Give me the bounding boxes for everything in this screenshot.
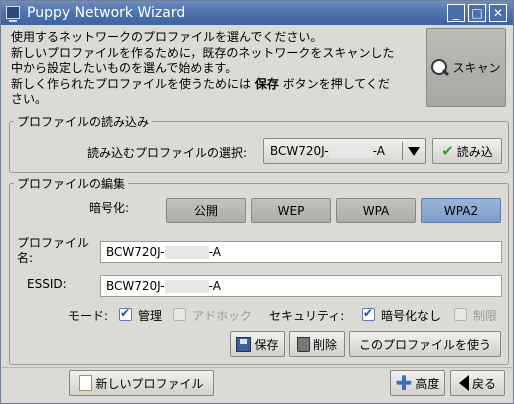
- delete-button[interactable]: 削除: [289, 331, 345, 357]
- intro-line: 新しいプロファイルを作るために，既存のネットワークをスキャンした: [11, 45, 395, 60]
- close-button[interactable]: ✕: [489, 4, 507, 22]
- advanced-button[interactable]: ✚ 高度: [390, 370, 445, 396]
- mode-managed-checkbox[interactable]: [119, 306, 132, 321]
- profile-select-suffix: -A: [372, 144, 385, 158]
- trash-icon: [296, 336, 310, 352]
- intro-line: 新しく作られたプロファイルを使うためには 保存 ボタンを押してくだ: [11, 77, 421, 93]
- new-profile-button[interactable]: 新しいプロファイル: [69, 370, 214, 396]
- profile-name-input[interactable]: BCW720J- -A: [100, 241, 502, 263]
- essid-input[interactable]: BCW720J- -A: [100, 275, 502, 297]
- network-wizard-window: Puppy Network Wizard _ □ ✕ 使用するネットワークのプロ…: [0, 0, 514, 404]
- redacted-block: [164, 280, 209, 293]
- new-document-icon: [79, 375, 93, 391]
- save-button[interactable]: 保存: [230, 331, 285, 357]
- intro-line: 使用するネットワークのプロファイルを選んでください。: [11, 30, 323, 44]
- monitor-icon: [6, 6, 20, 22]
- scan-button-label: スキャン: [452, 61, 501, 75]
- back-button-label: 戻る: [471, 376, 496, 391]
- encryption-wep-button[interactable]: WEP: [251, 198, 331, 223]
- minimize-button[interactable]: _: [447, 4, 465, 22]
- load-section-legend: プロファイルの読み込み: [17, 115, 150, 129]
- combo-separator: [402, 142, 403, 160]
- delete-button-label: 削除: [312, 337, 337, 352]
- restricted-label: 制限: [473, 309, 498, 323]
- dropdown-arrow-icon: [408, 147, 420, 156]
- intro-text-part: ボタンを押してくだ: [278, 76, 390, 91]
- mode-label: モード:: [68, 309, 109, 323]
- maximize-button[interactable]: □: [468, 4, 486, 22]
- scan-button[interactable]: スキャン: [426, 28, 506, 107]
- redacted-block: [328, 145, 373, 158]
- security-label: セキュリティ:: [269, 309, 345, 323]
- essid-suffix: -A: [208, 279, 221, 293]
- encryption-wpa-button[interactable]: WPA: [336, 198, 416, 223]
- new-profile-button-label: 新しいプロファイル: [95, 376, 204, 391]
- profile-name-prefix: BCW720J-: [106, 245, 165, 259]
- intro-line: さい。: [11, 92, 48, 106]
- edit-section-legend: プロファイルの編集: [17, 177, 126, 191]
- profile-select-value: BCW720J- -A: [270, 144, 385, 158]
- load-button-label: 読み込: [456, 144, 493, 159]
- back-arrow-icon: [458, 375, 469, 391]
- essid-prefix: BCW720J-: [106, 279, 165, 293]
- back-button[interactable]: 戻る: [450, 370, 505, 396]
- intro-save-emphasis: 保存: [254, 76, 279, 91]
- floppy-disk-icon: [236, 336, 252, 352]
- intro-text: 使用するネットワークのプロファイルを選んでください。 新しいプロファイルを作るた…: [11, 30, 421, 108]
- mode-adhoc-checkbox[interactable]: [173, 308, 186, 321]
- magnifier-icon: [431, 58, 449, 77]
- advanced-button-label: 高度: [415, 376, 440, 391]
- intro-text-part: 新しく作られたプロファイルを使うためには: [11, 76, 255, 91]
- no-encryption-checkbox[interactable]: [362, 306, 375, 321]
- redacted-block: [164, 246, 209, 259]
- essid-label: ESSID:: [27, 277, 67, 291]
- load-button[interactable]: ✔ 読み込: [432, 138, 502, 164]
- restricted-checkbox[interactable]: [454, 308, 467, 321]
- mode-adhoc-label: アドホック: [192, 309, 253, 323]
- select-profile-label: 読み込むプロファイルの選択:: [87, 146, 248, 160]
- title-bar[interactable]: Puppy Network Wizard _ □ ✕: [1, 1, 513, 25]
- encryption-open-button[interactable]: 公開: [166, 198, 246, 223]
- use-profile-button[interactable]: このプロファイルを使う: [349, 331, 501, 357]
- footer-divider: [2, 367, 512, 368]
- checkmark-icon: ✔: [441, 142, 454, 160]
- mode-managed-label: 管理: [138, 309, 163, 323]
- plus-icon: ✚: [395, 371, 413, 395]
- no-encryption-label: 暗号化なし: [381, 309, 442, 323]
- save-button-label: 保存: [254, 337, 279, 352]
- profile-select-prefix: BCW720J-: [270, 144, 329, 158]
- encryption-wpa2-button[interactable]: WPA2: [421, 198, 501, 223]
- profile-name-label-2: 名:: [17, 251, 34, 265]
- profile-name-suffix: -A: [208, 245, 221, 259]
- profile-select[interactable]: BCW720J- -A: [263, 138, 426, 164]
- intro-line: 中から設定したいものを選んで始めます。: [11, 61, 238, 75]
- window-title: Puppy Network Wizard: [27, 5, 186, 21]
- encryption-label: 暗号化:: [89, 201, 130, 215]
